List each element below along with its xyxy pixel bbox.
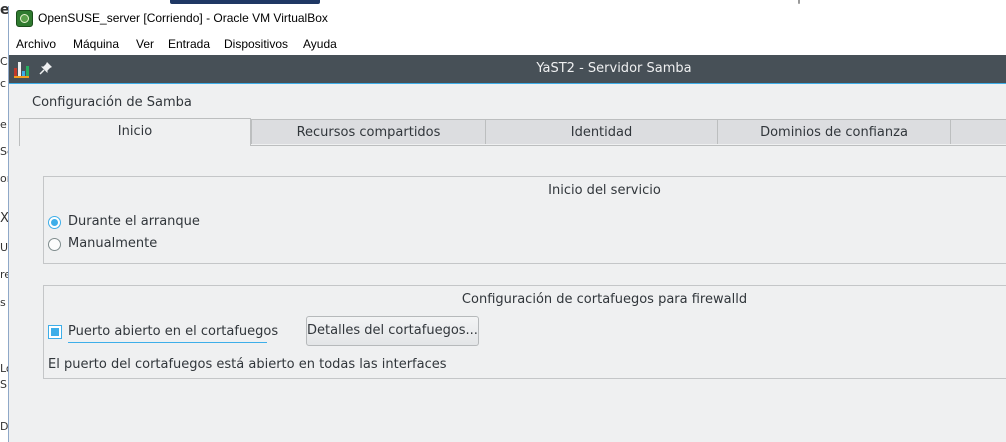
title-bar-accent-line [9,83,1006,84]
menu-archivo[interactable]: Archivo [16,37,56,51]
radio-manualmente[interactable] [48,238,61,251]
background-divider [798,0,800,4]
virtualbox-window-title: OpenSUSE_server [Corriendo] - Oracle VM … [38,11,328,25]
background-text-fragment: or [0,172,8,185]
tab-dominios-de-confianza[interactable]: Dominios de confianza [717,119,951,144]
virtualbox-app-icon[interactable] [16,10,33,27]
service-start-group: Inicio del servicio Durante el arranque … [43,176,1006,264]
menu-entrada[interactable]: Entrada [168,37,210,51]
background-window-left-edge: e C c e Se or X U re s Lo S Da [0,0,8,442]
firewall-details-button[interactable]: Detalles del cortafuegos... [306,316,479,346]
menu-ver[interactable]: Ver [136,37,154,51]
background-text-fragment: Se [0,145,8,158]
radio-label[interactable]: Manualmente [68,236,157,251]
background-text-fragment: S [0,378,7,391]
tab-identidad[interactable]: Identidad [485,119,718,144]
group-title: Inicio del servicio [548,183,661,198]
background-text-fragment: Lo [0,362,8,375]
checkbox-open-port[interactable] [48,325,62,339]
background-text-fragment: re [0,268,8,281]
focus-indicator [68,342,267,343]
menu-maquina[interactable]: Máquina [73,37,119,51]
group-title: Configuración de cortafuegos para firewa… [461,292,748,307]
tab-recursos-compartidos[interactable]: Recursos compartidos [251,119,486,144]
background-text-fragment: e [0,2,8,18]
firewall-group: Configuración de cortafuegos para firewa… [43,285,1006,379]
background-text-fragment: C [0,55,8,68]
virtualbox-menu-bar: Archivo Máquina Ver Entrada Dispositivos… [9,34,1006,54]
guest-display[interactable]: YaST2 - Servidor Samba Configuración de … [9,55,1006,442]
background-text-fragment: s [0,296,6,309]
yast-window-title: YaST2 - Servidor Samba [536,61,692,76]
background-text-fragment: c [0,77,7,90]
background-text-fragment: X [0,211,8,226]
page-title: Configuración de Samba [32,95,192,110]
tab-overflow[interactable]: C [950,119,1006,144]
tab-bar: Inicio Recursos compartidos Identidad Do… [19,118,1006,146]
tab-inicio[interactable]: Inicio [19,118,251,146]
menu-dispositivos[interactable]: Dispositivos [224,37,288,51]
firewall-status-text: El puerto del cortafuegos está abierto e… [48,357,447,372]
radio-label[interactable]: Durante el arranque [68,214,200,229]
background-text-fragment: e [0,118,7,131]
checkbox-label[interactable]: Puerto abierto en el cortafuegos [68,324,278,339]
menu-ayuda[interactable]: Ayuda [303,37,337,51]
radio-durante-el-arranque[interactable] [48,216,61,229]
background-text-fragment: Da [0,420,8,433]
background-text-fragment: U [0,241,8,254]
virtualbox-window: OpenSUSE_server [Corriendo] - Oracle VM … [8,6,1006,442]
background-heading-fragment [170,0,320,4]
yast-title-bar[interactable]: YaST2 - Servidor Samba [9,55,1006,83]
virtualbox-title-bar[interactable]: OpenSUSE_server [Corriendo] - Oracle VM … [9,6,1006,30]
